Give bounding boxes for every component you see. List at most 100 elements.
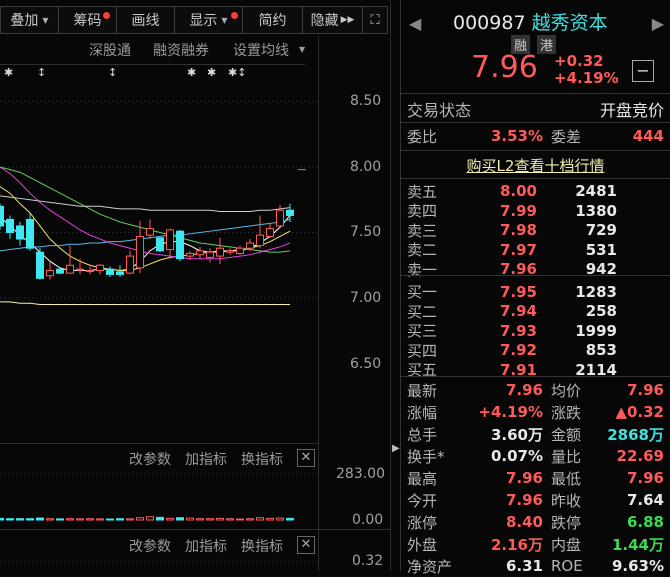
candle-body: [56, 268, 64, 274]
quote-label: 换手*: [407, 447, 445, 466]
quote-value: 7.96: [505, 469, 543, 487]
add-indicator-button[interactable]: 加指标: [185, 449, 227, 469]
add-indicator-button[interactable]: 加指标: [185, 536, 227, 556]
bid-level: 买三 7.93 1999: [407, 321, 664, 341]
switch-indicator-button[interactable]: 换指标: [241, 536, 283, 556]
divider: [401, 376, 670, 377]
divider: [401, 275, 670, 276]
commission-diff-label: 委差: [551, 127, 582, 146]
collapse-arrow-icon[interactable]: ▶: [392, 443, 400, 454]
level-volume: 1999: [575, 321, 617, 340]
fullscreen-button[interactable]: ⛶: [363, 7, 387, 33]
quote-value: 7.96: [505, 381, 543, 399]
status-label: 交易状态: [407, 101, 472, 120]
candlestick-chart: [0, 101, 318, 563]
candle-body: [86, 269, 94, 272]
candle-body: [226, 250, 234, 253]
quote-label: 量比: [551, 447, 582, 466]
axis-divider: [318, 36, 319, 571]
quote-row: 换手* 0.07% 量比 22.69: [407, 446, 664, 466]
ask-level: 卖三 7.98 729: [407, 220, 664, 240]
candle-body: [186, 252, 194, 257]
divider: [0, 443, 318, 444]
volume-bar: [286, 517, 294, 521]
level-price[interactable]: 7.92: [467, 341, 537, 359]
volume-bar: [96, 518, 104, 521]
candle-body: [26, 218, 34, 249]
quote-value: 0.07%: [490, 447, 543, 465]
quote-value: 6.31: [505, 557, 543, 575]
quote-label: 净资产: [407, 557, 453, 576]
l2-purchase-link[interactable]: 购买L2查看十档行情: [401, 155, 670, 176]
volume-bar: [216, 517, 224, 521]
commission-ratio-label: 委比: [407, 127, 438, 146]
quote-label: 金额: [551, 425, 582, 444]
quote-label: ROE: [551, 557, 583, 575]
level-label: 卖四: [407, 202, 438, 220]
volume-bar: [0, 517, 4, 521]
level-price[interactable]: 7.99: [467, 202, 537, 220]
minus-icon[interactable]: −: [632, 60, 654, 82]
edit-params-button[interactable]: 改参数: [129, 536, 171, 556]
next-stock-icon[interactable]: ▶: [652, 14, 664, 33]
level-price[interactable]: 7.98: [467, 221, 537, 239]
quote-value: 3.60万: [490, 425, 543, 444]
volume-bar: [116, 518, 124, 521]
edit-params-button[interactable]: 改参数: [129, 449, 171, 469]
quote-row: 最高 7.96 最低 7.96: [407, 468, 664, 488]
volume-bar: [6, 518, 14, 521]
level-price[interactable]: 7.95: [467, 283, 537, 301]
candle-body: [36, 251, 44, 279]
level-label: 卖一: [407, 260, 438, 279]
status-value: 开盘竞价: [599, 101, 664, 120]
ask-level: 卖二 7.97 531: [407, 240, 664, 260]
divider: [401, 150, 670, 151]
candle-body: [146, 228, 154, 236]
quote-value: 2.16万: [490, 535, 543, 554]
candle-body: [166, 229, 174, 251]
quote-value: 2868万: [607, 425, 664, 444]
close-icon[interactable]: ✕: [297, 536, 315, 554]
volume-bar: [236, 518, 244, 521]
level-price[interactable]: 8.00: [467, 182, 537, 200]
volume-bar: [86, 518, 94, 521]
level-volume: 531: [585, 240, 617, 259]
bid-level: 买一 7.95 1283: [407, 282, 664, 302]
level-label: 买四: [407, 341, 438, 360]
divider: [401, 122, 670, 123]
volume-bar: [186, 517, 194, 521]
candle-body: [96, 264, 104, 271]
volume-bar: [156, 516, 164, 521]
commission-diff: 444: [632, 127, 664, 145]
volume-bar: [66, 518, 74, 521]
volume-bar: [26, 518, 34, 521]
candle-body: [176, 230, 184, 260]
quote-label: 涨跌: [551, 403, 582, 422]
quote-value: 22.69: [616, 447, 664, 465]
candle-body: [116, 271, 124, 275]
level-label: 卖三: [407, 221, 438, 240]
close-icon[interactable]: ✕: [297, 449, 315, 467]
volume-bar: [76, 518, 84, 521]
price-change: +0.32: [554, 52, 604, 70]
quote-row: 涨停 8.40 跌停 6.88: [407, 512, 664, 532]
candle-body: [266, 228, 274, 237]
level-price[interactable]: 7.94: [467, 302, 537, 320]
volume-bar: [146, 516, 154, 521]
quote-label: 涨停: [407, 513, 438, 532]
quote-label: 最高: [407, 469, 438, 488]
prev-stock-icon[interactable]: ◀: [409, 14, 421, 33]
candle-body: [76, 268, 84, 271]
candle-body: [246, 242, 254, 249]
quote-value: 8.40: [505, 513, 543, 531]
level-price[interactable]: 7.97: [467, 241, 537, 259]
candle-body: [0, 205, 4, 227]
commission-ratio: 3.53%: [490, 127, 543, 145]
switch-indicator-button[interactable]: 换指标: [241, 449, 283, 469]
level-label: 卖五: [407, 182, 438, 201]
divider: [0, 529, 390, 530]
level-price[interactable]: 7.93: [467, 322, 537, 340]
expand-icon: ⛶: [370, 12, 380, 28]
level-volume: 729: [585, 221, 617, 239]
quote-label: 跌停: [551, 513, 582, 532]
